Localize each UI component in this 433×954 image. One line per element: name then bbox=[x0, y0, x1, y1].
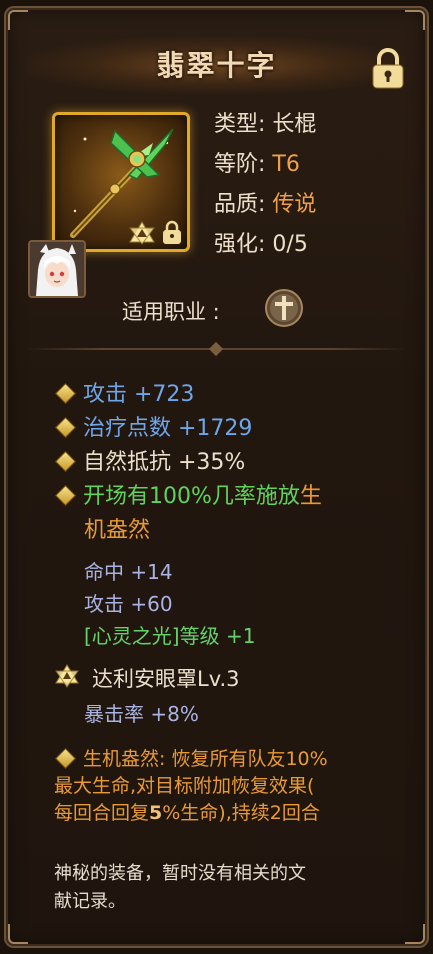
set-bonus: 暴击率 +8% bbox=[84, 702, 199, 726]
substat-hit: 命中 +14 bbox=[84, 560, 173, 584]
effect-line: 生机盎然: 恢复所有队友10% bbox=[54, 746, 394, 773]
stat-proc: 开场有100%几率施放生 bbox=[54, 478, 322, 510]
item-tier: 等阶: T6 bbox=[214, 146, 300, 178]
diamond-icon bbox=[54, 484, 77, 507]
diamond-icon bbox=[54, 747, 77, 769]
frame-corner bbox=[405, 10, 425, 30]
item-tooltip-panel: 翡翠十字 类型: 长棍 等阶: T6 品质: 传说 强化: 0/5 适用职业:… bbox=[4, 6, 429, 948]
effect-line3-pre: 每回合回复 bbox=[54, 802, 150, 824]
stat-attack-text: 攻击 +723 bbox=[83, 382, 195, 407]
item-description: 神秘的装备，暂时没有相关的文 献记录。 bbox=[54, 860, 394, 916]
item-enhance: 强化: 0/5 bbox=[214, 226, 308, 258]
special-effect: 生机盎然: 恢复所有队友10% 最大生命,对目标附加恢复效果( 每回合回复5%生… bbox=[54, 746, 394, 827]
priest-cross-icon bbox=[265, 289, 303, 327]
lock-icon bbox=[163, 220, 181, 244]
class-requirement: 适用职业 : bbox=[122, 300, 220, 324]
set-name: 达利安眼罩Lv.3 bbox=[92, 667, 240, 691]
stat-heal-text: 治疗点数 +1729 bbox=[83, 416, 253, 441]
frame-corner bbox=[405, 924, 425, 944]
set-star-icon bbox=[55, 664, 79, 688]
substat-attack: 攻击 +60 bbox=[84, 592, 173, 616]
effect-line3: 每回合回复5%生命),持续2回合 bbox=[54, 800, 394, 827]
frame-corner bbox=[8, 10, 28, 30]
tier-value: T6 bbox=[272, 152, 300, 177]
tier-label: 等阶: bbox=[214, 152, 266, 177]
effect-line3-post: %生命),持续2回合 bbox=[162, 802, 320, 824]
frame-corner bbox=[8, 924, 28, 944]
stat-attack: 攻击 +723 bbox=[54, 376, 194, 408]
proc-skill-name: 生 bbox=[299, 484, 322, 509]
character-portrait-icon bbox=[30, 242, 84, 296]
effect-line2: 最大生命,对目标附加恢复效果( bbox=[54, 775, 315, 797]
divider-gem bbox=[208, 341, 224, 357]
set-star-icon bbox=[129, 221, 155, 245]
stat-heal-points: 治疗点数 +1729 bbox=[54, 410, 252, 442]
desc-line2: 献记录。 bbox=[54, 891, 126, 912]
effect-line1: 生机盎然: 恢复所有队友10% bbox=[83, 748, 328, 770]
item-name: 翡翠十字 bbox=[156, 49, 277, 82]
type-label: 类型: bbox=[214, 112, 266, 137]
lock-icon[interactable] bbox=[370, 46, 406, 90]
diamond-icon bbox=[54, 382, 77, 405]
diamond-icon bbox=[54, 416, 77, 439]
type-value: 长棍 bbox=[272, 112, 317, 137]
item-quality: 品质: 传说 bbox=[214, 186, 316, 218]
substat-skill: [心灵之光]等级 +1 bbox=[84, 624, 256, 648]
proc-text: 开场有100%几率施放 bbox=[83, 484, 300, 509]
desc-line1: 神秘的装备，暂时没有相关的文 bbox=[54, 863, 306, 884]
proc-skill-name-cont: 机盎然 bbox=[84, 518, 151, 543]
avatar[interactable] bbox=[28, 240, 86, 298]
stat-nature-resist: 自然抵抗 +35% bbox=[54, 444, 245, 476]
item-type: 类型: 长棍 bbox=[214, 106, 316, 138]
item-slot[interactable] bbox=[52, 112, 190, 252]
enhance-value: 0/5 bbox=[272, 232, 308, 257]
stat-resist-text: 自然抵抗 +35% bbox=[83, 450, 246, 475]
effect-number: 5 bbox=[149, 802, 163, 824]
enhance-label: 强化: bbox=[214, 232, 266, 257]
diamond-icon bbox=[54, 450, 77, 473]
quality-label: 品质: bbox=[214, 192, 266, 217]
quality-value: 传说 bbox=[272, 192, 317, 217]
